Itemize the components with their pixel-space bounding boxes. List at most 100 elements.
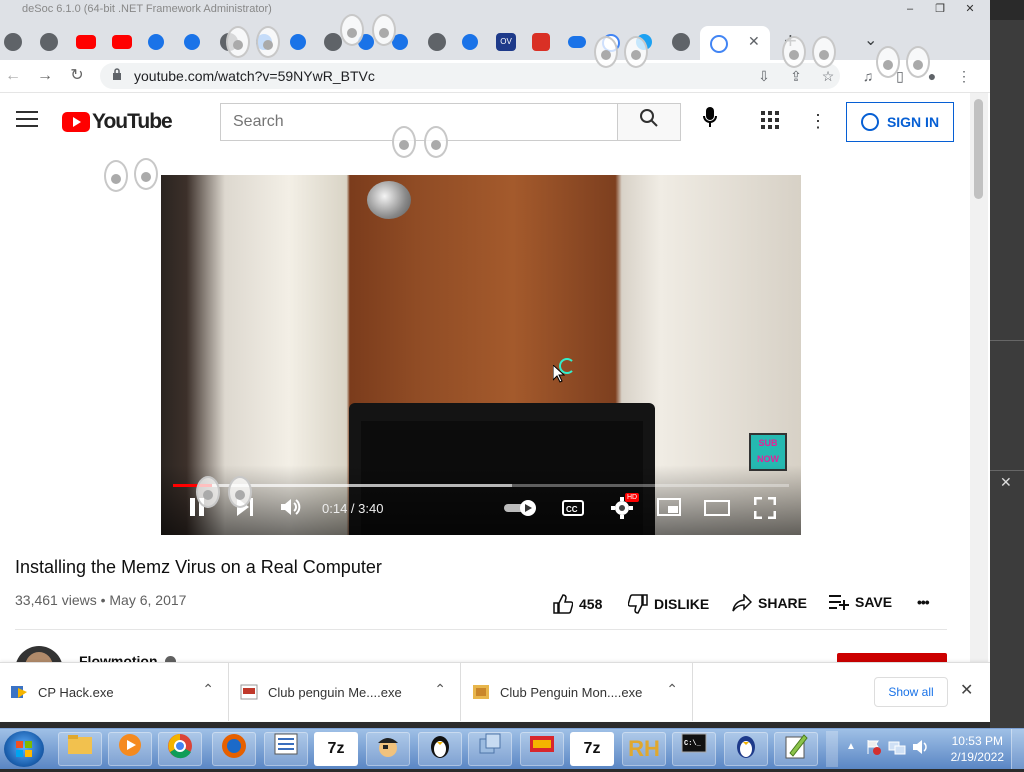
minimize-button[interactable]: – — [896, 0, 924, 18]
playlist-add-icon — [829, 595, 849, 610]
dislike-label: DISLIKE — [654, 596, 710, 612]
more-actions-button[interactable]: ••• — [917, 594, 930, 610]
list-icon — [274, 733, 298, 755]
tab-favicon-edge[interactable] — [462, 34, 478, 50]
copy-windows-icon — [479, 733, 501, 754]
tab-active[interactable]: ✕ — [700, 26, 770, 60]
tab-favicon-adobe[interactable] — [532, 33, 550, 51]
close-icon[interactable]: ✕ — [1000, 474, 1012, 491]
door-knob — [367, 181, 411, 219]
taskbar-scroll-handle[interactable] — [826, 731, 838, 767]
settings-menu-button[interactable]: ⋮ — [806, 111, 830, 135]
tab-favicon-globe[interactable] — [428, 33, 446, 51]
share-icon[interactable]: ⇪ — [786, 66, 806, 86]
chevron-up-icon[interactable]: ⌃ — [434, 681, 446, 698]
forward-button[interactable]: → — [34, 65, 56, 87]
taskbar-cmd[interactable]: C:\_ — [672, 732, 716, 766]
tab-search-button[interactable]: ⌄ — [864, 30, 877, 50]
save-button[interactable]: SAVE — [829, 594, 892, 610]
youtube-logo[interactable]: YouTube — [62, 110, 173, 133]
voice-search-button[interactable] — [698, 107, 722, 137]
autoplay-toggle[interactable] — [503, 497, 539, 523]
tab-favicon-globe[interactable] — [672, 33, 690, 51]
taskbar-chrome[interactable] — [158, 732, 202, 766]
network-icon[interactable] — [888, 739, 906, 760]
lock-icon[interactable] — [112, 68, 122, 83]
taskbar-explorer[interactable] — [58, 732, 102, 766]
tab-favicon-globe[interactable] — [40, 33, 58, 51]
tab-strip: OV ✕ + ⌄ — [0, 20, 990, 60]
volume-tray-icon[interactable] — [912, 739, 930, 760]
theater-mode-button[interactable] — [703, 497, 731, 523]
bookmark-star-icon[interactable]: ☆ — [818, 66, 838, 86]
show-all-downloads-button[interactable]: Show all — [874, 677, 948, 707]
tab-favicon-cloud[interactable] — [568, 36, 586, 48]
taskbar-pirate-app[interactable] — [366, 732, 410, 766]
tab-favicon-globe[interactable] — [4, 33, 22, 51]
taskbar-penguin-app[interactable] — [724, 732, 768, 766]
scrollbar-thumb[interactable] — [974, 99, 983, 199]
back-button[interactable]: ← — [2, 65, 24, 87]
chevron-up-icon[interactable]: ⌃ — [666, 681, 678, 698]
guide-menu-icon[interactable] — [16, 111, 38, 129]
taskbar-7zip[interactable]: 7z — [314, 732, 358, 766]
taskbar-copy-app[interactable] — [468, 732, 512, 766]
taskbar-media-player[interactable] — [108, 732, 152, 766]
tab-favicon-edge[interactable] — [290, 34, 306, 50]
fullscreen-button[interactable] — [751, 496, 779, 523]
clock-time: 10:53 PM — [951, 734, 1003, 748]
settings-button[interactable]: HD — [609, 493, 640, 523]
show-desktop-button[interactable] — [1011, 729, 1024, 769]
video-player[interactable]: SUB NOW 0:14 / 3:40 CC HD — [161, 175, 801, 535]
subtitles-button[interactable]: CC — [561, 497, 585, 523]
close-window-button[interactable]: ✕ — [956, 0, 984, 18]
search-button[interactable] — [617, 103, 681, 141]
sign-in-button[interactable]: SIGN IN — [846, 102, 954, 142]
restore-button[interactable]: ❐ — [926, 0, 954, 18]
url-text[interactable]: youtube.com/watch?v=59NYwR_BTVc — [134, 68, 375, 84]
taskbar-game-app[interactable] — [520, 732, 564, 766]
page-scrollbar[interactable] — [970, 93, 988, 662]
security-flag-icon[interactable] — [866, 739, 882, 760]
tab-favicon-youtube[interactable] — [76, 35, 96, 49]
tab-close-icon[interactable]: ✕ — [748, 33, 760, 50]
tray-expand-icon[interactable]: ▲ — [846, 741, 856, 752]
download-filename: Club penguin Me....exe — [268, 684, 402, 700]
search-input[interactable] — [221, 104, 615, 140]
tab-favicon-edge[interactable] — [148, 34, 164, 50]
progress-bar[interactable] — [173, 484, 789, 487]
install-icon[interactable]: ⇩ — [754, 66, 774, 86]
taskbar-notepad-plus[interactable] — [774, 732, 818, 766]
address-bar[interactable]: youtube.com/watch?v=59NYwR_BTVc ⇩ ⇪ ☆ — [100, 63, 840, 89]
like-button[interactable]: 458 — [553, 594, 602, 614]
googly-eye — [256, 26, 280, 58]
tab-favicon-youtube[interactable] — [112, 35, 132, 49]
like-count: 458 — [579, 596, 603, 612]
mouse-cursor-icon — [552, 363, 566, 388]
browser-menu-icon[interactable]: ⋮ — [954, 66, 974, 86]
media-control-icon[interactable]: ♫ — [858, 66, 878, 86]
apps-grid-button[interactable] — [758, 111, 782, 135]
close-downloads-bar-button[interactable]: ✕ — [960, 680, 973, 700]
dislike-button[interactable]: DISLIKE — [628, 594, 709, 614]
taskbar-firefox[interactable] — [212, 732, 256, 766]
tab-favicon-globe[interactable] — [324, 33, 342, 51]
googly-eye — [906, 46, 930, 78]
download-item[interactable]: CP Hack.exe ⌃ — [0, 663, 229, 721]
clock[interactable]: 10:53 PM 2/19/2022 — [951, 733, 1004, 765]
window-title: deSoc 6.1.0 (64-bit .NET Framework Admin… — [22, 3, 272, 15]
chevron-up-icon[interactable]: ⌃ — [202, 681, 214, 698]
taskbar-7zip[interactable]: 7z — [570, 732, 614, 766]
mute-button[interactable] — [279, 497, 305, 523]
download-item[interactable]: Club Penguin Mon....exe ⌃ — [462, 663, 693, 721]
taskbar-notepad[interactable] — [264, 732, 308, 766]
start-button[interactable] — [4, 731, 44, 767]
download-item[interactable]: Club penguin Me....exe ⌃ — [230, 663, 461, 721]
taskbar-resource-hacker[interactable]: RH — [622, 732, 666, 766]
tab-favicon-edge[interactable] — [184, 34, 200, 50]
taskbar-penguin-app[interactable] — [418, 732, 462, 766]
share-button[interactable]: SHARE — [732, 594, 807, 612]
reload-button[interactable]: ↻ — [66, 65, 88, 87]
miniplayer-button[interactable] — [655, 497, 683, 523]
tab-favicon-ov[interactable]: OV — [496, 33, 516, 51]
